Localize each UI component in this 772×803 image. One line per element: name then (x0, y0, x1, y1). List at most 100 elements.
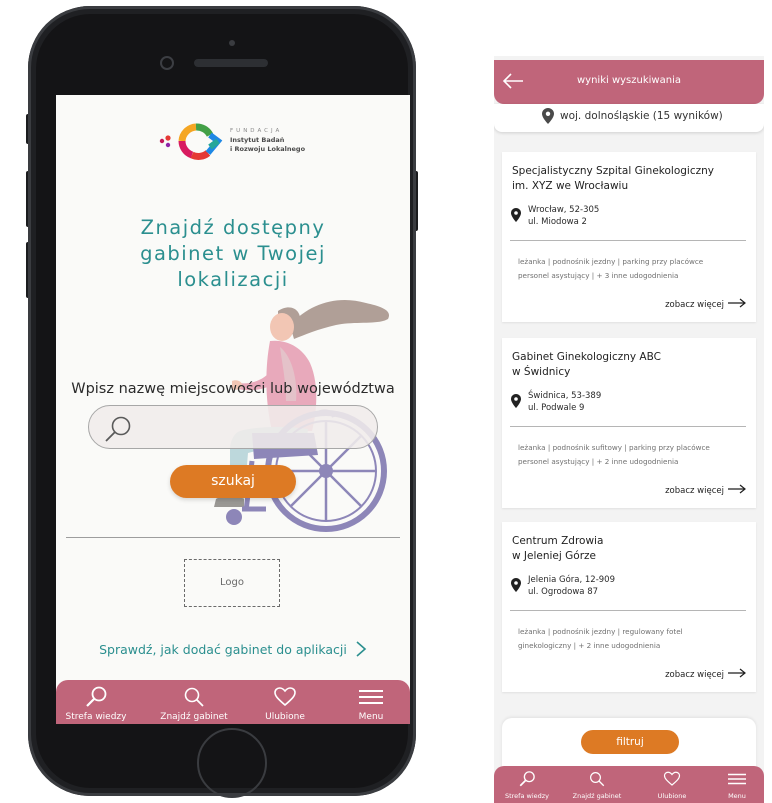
phone-speaker (194, 59, 268, 67)
logo-line-2: Instytut Badań (230, 136, 285, 144)
section-divider (66, 537, 400, 538)
add-clinic-link[interactable]: Sprawdź, jak dodać gabinet do aplikacji (56, 640, 410, 658)
clinic-name-line-2: im. XYZ we Wrocławiu (512, 180, 629, 192)
features-line-2: personel asystujący | + 2 inne udogodnie… (518, 457, 679, 466)
features-line-1: leżanka | podnośnik sufitowy | parking p… (518, 443, 710, 452)
tab-ulubione[interactable]: Ulubione (644, 766, 700, 803)
logo-placeholder: Logo (184, 559, 280, 607)
clinic-features: leżanka | podnośnik jezdny | parking prz… (518, 255, 744, 283)
see-more-text: zobacz więcej (665, 486, 724, 496)
search-label: Wpisz nazwę miejscowości lub województwa (71, 381, 395, 397)
features-line-1: leżanka | podnośnik jezdny | parking prz… (518, 257, 704, 266)
clinic-city: Wrocław, 52-305 (528, 205, 600, 215)
tab-label: Menu (358, 712, 384, 722)
phone-sensor (229, 40, 235, 46)
location-search-field[interactable] (88, 405, 378, 449)
filter-panel: filtruj (502, 718, 756, 768)
clinic-city: Świdnica, 53-389 (528, 391, 602, 401)
tab-strefa-wiedzy[interactable]: Strefa wiedzy (500, 766, 554, 803)
features-line-2: ginekologiczny | + 2 inne udogodnienia (518, 641, 661, 650)
tab-strefa-wiedzy[interactable]: Strefa wiedzy (56, 680, 136, 724)
see-more-link[interactable]: zobacz więcej (665, 484, 746, 496)
location-filter-bar[interactable]: woj. dolnośląskie (15 wyników) (494, 104, 764, 132)
results-title: wyniki wyszukiwania (577, 75, 681, 86)
logo-line-3: i Rozwoju Lokalnego (230, 145, 306, 153)
tab-label: Znajdź gabinet (572, 792, 622, 800)
clinic-street: ul. Ogrodowa 87 (528, 587, 599, 597)
add-clinic-link-text: Sprawdź, jak dodać gabinet do aplikacji (99, 642, 347, 657)
tab-znajdz-gabinet[interactable]: Znajdź gabinet (566, 766, 628, 803)
clinic-name-line-2: w Jeleniej Górze (512, 550, 596, 562)
clinic-city: Jelenia Góra, 12-909 (528, 575, 615, 585)
clinic-street: ul. Podwale 9 (528, 403, 585, 413)
headline-line-2: gabinet w Twojej (140, 242, 326, 265)
clinic-address: Wrocław, 52-305 ul. Miodowa 2 (528, 204, 599, 228)
see-more-text: zobacz więcej (665, 300, 724, 310)
tab-znajdz-gabinet[interactable]: Znajdź gabinet (152, 680, 236, 724)
filter-button[interactable]: filtruj (581, 730, 679, 754)
bottom-tab-bar: Strefa wiedzy Znajdź gabinet Ulubione Me… (494, 766, 764, 803)
clinic-name-line-2: w Świdnicy (512, 366, 571, 378)
tab-label: Znajdź gabinet (160, 712, 228, 722)
location-summary: woj. dolnośląskie (15 wyników) (560, 110, 723, 122)
search-icon (105, 416, 131, 442)
bottom-tab-bar: Strefa wiedzy Znajdź gabinet Ulubione Me… (56, 680, 410, 724)
clinic-address: Jelenia Góra, 12-909 ul. Ogrodowa 87 (528, 574, 615, 598)
tab-label: Ulubione (265, 712, 305, 722)
see-more-link[interactable]: zobacz więcej (665, 298, 746, 310)
clinic-features: leżanka | podnośnik jezdny | regulowany … (518, 625, 744, 653)
card-divider (510, 426, 746, 427)
foundation-logo-text: FUNDACJA Instytut Badań i Rozwoju Lokaln… (230, 127, 305, 154)
location-search-input[interactable] (143, 412, 363, 442)
clinic-name: Gabinet Ginekologiczny ABC w Świdnicy (512, 350, 742, 380)
search-icon (590, 772, 605, 787)
search-button[interactable]: szukaj (170, 465, 296, 498)
phone-bezel: FUNDACJA Instytut Badań i Rozwoju Lokaln… (36, 14, 410, 798)
foundation-logo: FUNDACJA Instytut Badań i Rozwoju Lokaln… (158, 119, 318, 165)
phone-home-button[interactable] (197, 728, 267, 798)
arrow-right-icon (728, 298, 746, 308)
phone-mockup: FUNDACJA Instytut Badań i Rozwoju Lokaln… (26, 6, 418, 798)
see-more-text: zobacz więcej (665, 670, 724, 680)
headline-line-1: Znajdź dostępny (140, 216, 326, 239)
search-icon (184, 687, 204, 707)
tab-menu[interactable]: Menu (336, 680, 406, 724)
clinic-card[interactable]: Gabinet Ginekologiczny ABC w Świdnicy Św… (502, 338, 756, 508)
clinic-name-line-1: Gabinet Ginekologiczny ABC (512, 351, 661, 363)
phone-camera (160, 56, 174, 70)
foundation-logo-mark-icon (159, 123, 223, 160)
logo-line-1: FUNDACJA (230, 128, 283, 134)
clinic-card[interactable]: Centrum Zdrowia w Jeleniej Górze Jelenia… (502, 522, 756, 692)
phone-screen: FUNDACJA Instytut Badań i Rozwoju Lokaln… (56, 95, 410, 724)
results-header: wyniki wyszukiwania (494, 60, 764, 104)
heart-icon (274, 687, 296, 707)
tab-label: Strefa wiedzy (504, 792, 550, 800)
tab-label: Strefa wiedzy (65, 712, 127, 722)
see-more-link[interactable]: zobacz więcej (665, 668, 746, 680)
hamburger-menu-icon (359, 690, 383, 704)
card-divider (510, 610, 746, 611)
clinic-name: Specjalistyczny Szpital Ginekologiczny i… (512, 164, 742, 194)
clinic-card[interactable]: Specjalistyczny Szpital Ginekologiczny i… (502, 152, 756, 322)
tab-ulubione[interactable]: Ulubione (250, 680, 320, 724)
features-line-1: leżanka | podnośnik jezdny | regulowany … (518, 627, 683, 636)
heart-icon (663, 771, 681, 786)
features-line-2: personel asystujący | + 3 inne udogodnie… (518, 271, 679, 280)
knowledge-magnifier-icon (519, 771, 535, 787)
tab-label: Menu (728, 792, 746, 800)
clinic-street: ul. Miodowa 2 (528, 217, 587, 227)
clinic-features: leżanka | podnośnik sufitowy | parking p… (518, 441, 744, 469)
tab-menu[interactable]: Menu (712, 766, 762, 803)
card-divider (510, 240, 746, 241)
location-pin-icon (511, 394, 521, 408)
arrow-right-icon (728, 484, 746, 494)
location-pin-icon (511, 208, 521, 222)
tab-label: Ulubione (657, 792, 687, 800)
chevron-right-icon (356, 641, 367, 657)
arrow-right-icon (728, 668, 746, 678)
clinic-name: Centrum Zdrowia w Jeleniej Górze (512, 534, 742, 564)
location-pin-icon (511, 578, 521, 592)
phone-body: FUNDACJA Instytut Badań i Rozwoju Lokaln… (28, 6, 416, 798)
clinic-address: Świdnica, 53-389 ul. Podwale 9 (528, 390, 601, 414)
knowledge-magnifier-icon (86, 686, 107, 707)
